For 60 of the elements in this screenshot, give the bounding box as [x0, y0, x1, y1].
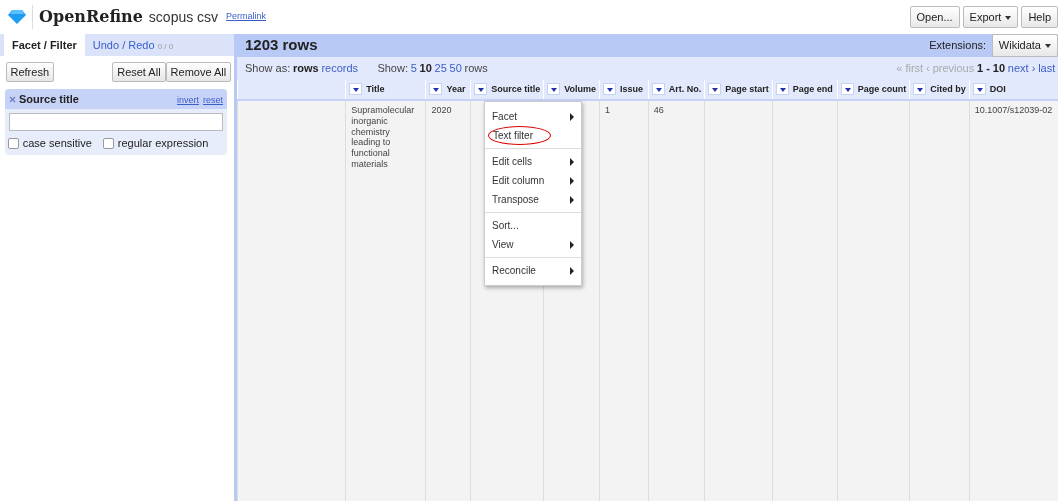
page-size-link[interactable]: 25 — [434, 60, 447, 77]
diamond-icon — [8, 10, 26, 24]
facet-link[interactable]: reset — [203, 94, 223, 105]
menu-item[interactable]: Edit cells — [485, 152, 581, 171]
checkbox-option[interactable]: regular expression — [102, 135, 209, 152]
menu-item[interactable]: View — [485, 235, 581, 254]
next-link[interactable]: next › — [1007, 60, 1036, 77]
view-mode-link[interactable]: rows — [293, 60, 319, 77]
dropdown-icon[interactable] — [972, 83, 986, 96]
dropdown-icon[interactable] — [547, 83, 561, 96]
dropdown-icon[interactable] — [429, 83, 443, 96]
project-name: scopus csv — [148, 7, 219, 27]
dropdown-icon[interactable] — [840, 83, 854, 96]
permalink-link[interactable]: Permalink — [226, 10, 267, 24]
refresh-button[interactable]: Refresh — [5, 61, 55, 82]
show-label: Show: — [377, 61, 408, 77]
filter-input[interactable] — [9, 113, 223, 132]
dropdown-icon[interactable] — [775, 83, 789, 96]
menu-item[interactable]: Reconcile — [485, 261, 581, 280]
header-button[interactable]: Open... — [909, 5, 960, 29]
menu-item[interactable]: Edit column — [485, 171, 581, 190]
caret-icon — [1045, 44, 1051, 49]
facet-link[interactable]: invert — [176, 94, 199, 105]
dropdown-icon[interactable] — [651, 83, 665, 96]
remove-all-button[interactable]: Remove All — [165, 61, 232, 82]
checkbox-option[interactable]: case sensitive — [7, 135, 92, 152]
show-as-label: Show as: — [245, 61, 291, 77]
view-mode-link[interactable]: records — [321, 60, 359, 77]
panel-tab[interactable]: Undo / Redo 0 / 0 — [84, 33, 182, 56]
menu-item[interactable]: Facet — [485, 107, 581, 126]
column-header[interactable]: Title — [366, 83, 385, 94]
column-header[interactable]: DOI — [989, 83, 1006, 94]
page-size-link[interactable]: 50 — [449, 60, 462, 77]
facet-title: Source title — [19, 91, 79, 107]
table-cell: 46 — [653, 105, 664, 115]
table-cell: 1 — [605, 105, 611, 115]
dropdown-icon[interactable] — [603, 83, 617, 96]
page-size-link[interactable]: 5 — [410, 60, 417, 77]
extensions-label: Extensions: — [929, 38, 987, 54]
dropdown-icon[interactable] — [349, 83, 363, 96]
reset-all-button[interactable]: Reset All — [112, 61, 166, 82]
panel-tab[interactable]: Facet / Filter — [4, 33, 85, 56]
header-button[interactable]: Export — [962, 5, 1019, 29]
close-icon[interactable] — [9, 95, 16, 103]
page-size-link[interactable]: 10 — [419, 60, 432, 77]
rows-label: rows — [464, 61, 488, 77]
page-range: 1 - 10 — [976, 61, 1006, 77]
table-cell: 2020 — [431, 105, 452, 115]
header-button[interactable]: Help — [1021, 5, 1058, 29]
table-cell: 10.1007/s12039-02 — [974, 105, 1053, 115]
dropdown-icon[interactable] — [913, 83, 927, 96]
table-cell: Supramolecular inorganic chemistry leading to functional materials — [351, 105, 415, 169]
menu-item[interactable]: Sort... — [485, 216, 581, 235]
row-count: 1203 rows — [245, 35, 318, 56]
dropdown-icon[interactable] — [708, 83, 722, 96]
menu-item[interactable]: Transpose — [485, 190, 581, 209]
extensions-button[interactable]: Wikidata — [991, 34, 1058, 57]
dropdown-icon[interactable] — [474, 83, 488, 96]
last-link[interactable]: last — [1038, 60, 1056, 77]
app-logo[interactable]: OpenRefine — [32, 5, 143, 29]
